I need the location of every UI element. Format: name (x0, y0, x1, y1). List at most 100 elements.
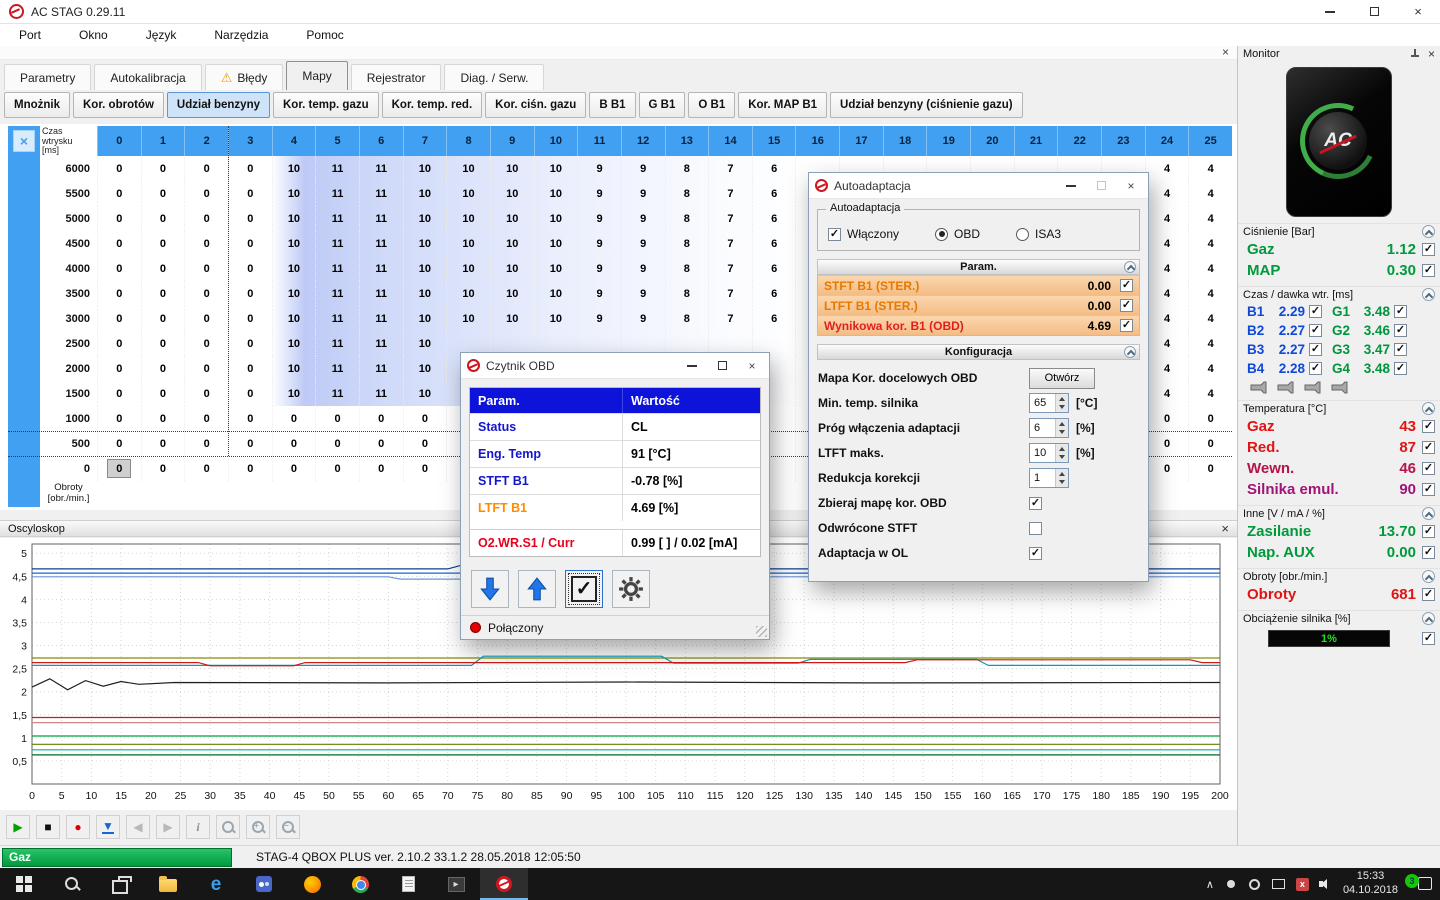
osc-zoom-out-button[interactable]: − (276, 815, 300, 839)
chrome-button[interactable] (336, 868, 384, 900)
map-cell[interactable]: 11 (315, 156, 359, 181)
map-cell[interactable]: 0 (228, 256, 272, 281)
spinner-down-icon[interactable] (1056, 403, 1068, 412)
open-map-button[interactable]: Otwórz (1029, 368, 1095, 389)
map-cell[interactable]: 0 (184, 231, 228, 256)
map-cell[interactable]: 10 (403, 306, 447, 331)
map-cell[interactable]: 4 (1188, 156, 1232, 181)
map-cell[interactable]: 0 (97, 306, 141, 331)
osc-zoom-in-button[interactable]: + (246, 815, 270, 839)
map-cell[interactable]: 10 (403, 331, 447, 356)
map-cell[interactable]: 0 (141, 231, 185, 256)
map-cell[interactable]: 9 (577, 231, 621, 256)
map-cell[interactable]: 4 (1145, 256, 1189, 281)
map-cell[interactable]: 4 (1145, 281, 1189, 306)
map-tab-mnożnik[interactable]: Mnożnik (4, 92, 70, 118)
map-cell[interactable]: 10 (534, 181, 578, 206)
map-cell[interactable]: 6 (752, 281, 796, 306)
map-cell[interactable]: 11 (315, 331, 359, 356)
map-cell[interactable]: 8 (665, 206, 709, 231)
map-cell[interactable]: 11 (315, 381, 359, 406)
map-cell[interactable]: 0 (228, 456, 272, 481)
monitor-checkbox[interactable] (1394, 324, 1407, 337)
map-cell[interactable]: 0 (228, 356, 272, 381)
map-cell[interactable]: 4 (1145, 231, 1189, 256)
map-cell[interactable]: 0 (184, 181, 228, 206)
map-cell[interactable]: 7 (708, 231, 752, 256)
tab-mapy[interactable]: Mapy (286, 61, 347, 90)
collapse-icon[interactable] (1124, 261, 1136, 273)
map-cell[interactable]: 0 (403, 406, 447, 431)
monitor-checkbox[interactable] (1309, 362, 1322, 375)
volume-icon[interactable] (1319, 878, 1333, 890)
aa-minimize-button[interactable] (1056, 174, 1086, 198)
map-cell[interactable]: 9 (577, 206, 621, 231)
map-cell[interactable]: 4 (1145, 381, 1189, 406)
monitor-close-icon[interactable]: × (1428, 48, 1435, 60)
map-cell[interactable]: 0 (1188, 456, 1232, 481)
monitor-checkbox[interactable] (1422, 588, 1435, 601)
map-cell[interactable]: 0 (141, 181, 185, 206)
notepad-button[interactable] (384, 868, 432, 900)
map-cell[interactable]: 11 (359, 206, 403, 231)
map-cell[interactable]: 10 (446, 181, 490, 206)
map-cell[interactable]: 11 (315, 206, 359, 231)
map-cell[interactable]: 9 (621, 156, 665, 181)
map-cell[interactable]: 10 (446, 281, 490, 306)
map-cell[interactable]: 4 (1145, 306, 1189, 331)
map-cell[interactable]: 10 (534, 206, 578, 231)
collapse-icon[interactable] (1124, 346, 1136, 358)
map-cell[interactable]: 4 (1145, 331, 1189, 356)
map-cell[interactable]: 11 (315, 231, 359, 256)
map-cell[interactable]: 8 (665, 306, 709, 331)
map-cell[interactable]: 10 (403, 231, 447, 256)
obd-dialog-titlebar[interactable]: Czytnik OBD × (461, 353, 769, 379)
map-cell[interactable]: 10 (446, 256, 490, 281)
obd-radio[interactable] (935, 228, 948, 241)
start-button[interactable] (0, 868, 48, 900)
collapse-icon[interactable] (1422, 612, 1435, 625)
obd-radio-option[interactable]: OBD (935, 227, 980, 241)
monitor-checkbox[interactable] (1394, 343, 1407, 356)
map-cell[interactable]: 6 (752, 231, 796, 256)
map-cell[interactable]: 4 (1188, 281, 1232, 306)
obd-upload-button[interactable] (518, 570, 556, 608)
osc-step-back-button[interactable]: ◀ (126, 815, 150, 839)
map-cell[interactable]: 10 (490, 181, 534, 206)
map-cell[interactable]: 10 (272, 281, 316, 306)
monitor-checkbox[interactable] (1422, 243, 1435, 256)
map-cell[interactable]: 0 (228, 331, 272, 356)
osc-play-button[interactable]: ▶ (6, 815, 30, 839)
map-cell[interactable]: 0 (228, 231, 272, 256)
map-cell[interactable]: 11 (359, 156, 403, 181)
map-cell[interactable]: 4 (1188, 181, 1232, 206)
map-cell[interactable]: 0 (184, 381, 228, 406)
map-cell[interactable]: 0 (228, 206, 272, 231)
map-cell[interactable]: 6 (752, 256, 796, 281)
monitor-checkbox[interactable] (1422, 525, 1435, 538)
tray-user-icon[interactable] (1224, 877, 1238, 891)
resize-grip[interactable] (756, 626, 767, 637)
spinner-up-icon[interactable] (1056, 394, 1068, 403)
map-cell[interactable]: 9 (577, 156, 621, 181)
map-cell[interactable]: 8 (665, 281, 709, 306)
map-cell[interactable]: 6 (752, 181, 796, 206)
map-cell[interactable]: 0 (141, 206, 185, 231)
map-cell[interactable]: 0 (184, 406, 228, 431)
search-button[interactable] (48, 868, 96, 900)
monitor-checkbox[interactable] (1394, 305, 1407, 318)
map-cell[interactable]: 10 (446, 206, 490, 231)
param-checkbox[interactable] (1120, 319, 1133, 332)
map-cell[interactable]: 8 (665, 181, 709, 206)
map-cell[interactable]: 0 (97, 456, 141, 481)
map-cell[interactable]: 9 (577, 181, 621, 206)
map-cell[interactable]: 10 (403, 281, 447, 306)
spinner-up-icon[interactable] (1056, 419, 1068, 428)
spinner-down-icon[interactable] (1056, 478, 1068, 487)
map-tab-udział-benzyny[interactable]: Udział benzyny (167, 92, 270, 118)
map-cell[interactable]: 0 (359, 456, 403, 481)
param-checkbox[interactable] (1120, 299, 1133, 312)
map-cell[interactable]: 0 (184, 356, 228, 381)
map-cell[interactable]: 10 (490, 206, 534, 231)
map-cell[interactable]: 4 (1188, 356, 1232, 381)
